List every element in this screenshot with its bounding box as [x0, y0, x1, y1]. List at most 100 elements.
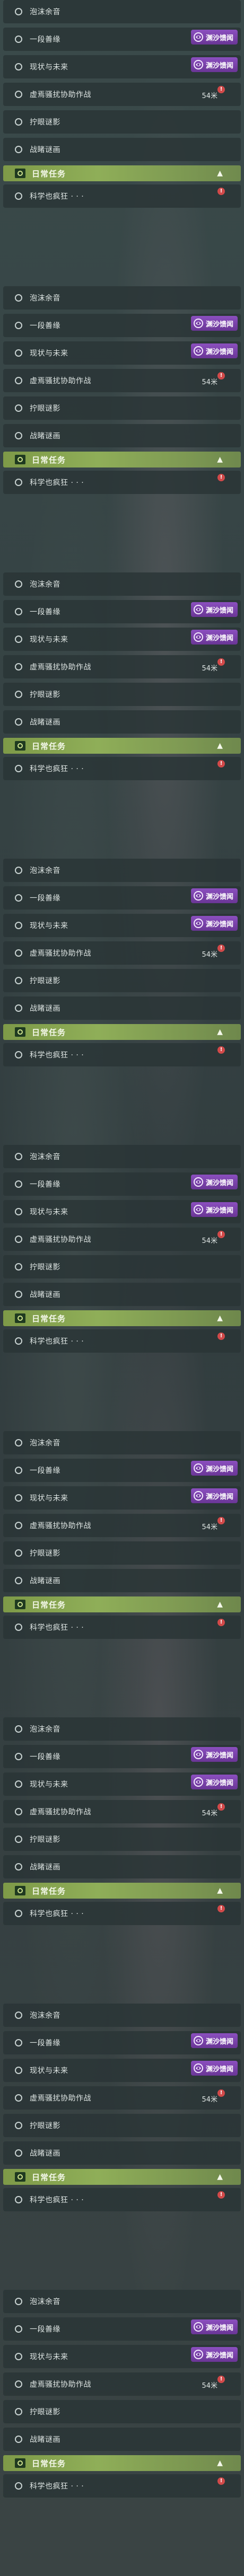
quest-row[interactable]: 科学也疯狂 · · ·! — [3, 471, 241, 494]
quest-row[interactable]: 泡沫余音 — [3, 1431, 241, 1454]
quest-row[interactable]: 拧眼谜影 — [3, 2400, 241, 2423]
quest-row[interactable]: 一段善缘 渊沙馈闻 — [3, 1172, 241, 1196]
quest-row[interactable]: 虚焉骚扰协助作战 54米! — [3, 2086, 241, 2110]
quest-status-ring-icon — [15, 580, 22, 588]
quest-row[interactable]: 战睹谜画 — [3, 2141, 241, 2165]
quest-row[interactable]: 战睹谜画 — [3, 2428, 241, 2451]
quest-row[interactable]: 一段善缘 渊沙馈闻 — [3, 28, 241, 51]
quest-row[interactable]: 拧眼谜影 — [3, 1541, 241, 1565]
quest-title: 科学也疯狂 · · · — [30, 1624, 84, 1632]
daily-task-header[interactable]: 日常任务 ▲ — [3, 738, 241, 754]
quest-status-ring-icon — [15, 1180, 22, 1188]
section-title: 日常任务 — [32, 1313, 66, 1324]
daily-task-header[interactable]: 日常任务 ▲ — [3, 2455, 241, 2471]
daily-task-header[interactable]: 日常任务 ▲ — [3, 165, 241, 181]
quest-row[interactable]: 虚焉骚扰协助作战 54米! — [3, 941, 241, 965]
quest-row[interactable]: 战睹谜画 — [3, 996, 241, 1020]
quest-row[interactable]: 科学也疯狂 · · ·! — [3, 757, 241, 780]
daily-task-header[interactable]: 日常任务 ▲ — [3, 1596, 241, 1612]
quest-row[interactable]: 虚焉骚扰协助作战 54米! — [3, 83, 241, 106]
quest-row[interactable]: 虚焉骚扰协助作战 54米! — [3, 2372, 241, 2396]
collapse-arrow-icon[interactable]: ▲ — [217, 1028, 223, 1036]
quest-category-badge: 渊沙馈闻 — [190, 1488, 238, 1503]
quest-row[interactable]: 泡沫余音 — [3, 2290, 241, 2313]
quest-row[interactable]: 科学也疯狂 · · ·! — [3, 2474, 241, 2498]
quest-row[interactable]: 拧眼谜影 — [3, 2114, 241, 2137]
quest-title: 现状与未来 — [30, 1208, 68, 1216]
quest-row[interactable]: 虚焉骚扰协助作战 54米! — [3, 655, 241, 678]
collapse-arrow-icon[interactable]: ▲ — [217, 2459, 223, 2467]
quest-row[interactable]: 科学也疯狂 · · ·! — [3, 184, 241, 208]
daily-task-header[interactable]: 日常任务 ▲ — [3, 452, 241, 467]
daily-task-icon — [15, 1313, 25, 1323]
quest-row[interactable]: 战睹谜画 — [3, 710, 241, 734]
quest-row[interactable]: 现状与未来 渊沙馈闻 — [3, 2345, 241, 2368]
quest-row[interactable]: 现状与未来 渊沙馈闻 — [3, 914, 241, 937]
quest-status-ring-icon — [15, 1051, 22, 1058]
quest-category-badge: 渊沙馈闻 — [190, 602, 238, 617]
quest-row[interactable]: 虚焉骚扰协助作战 54米! — [3, 1800, 241, 1823]
quest-row[interactable]: 泡沫余音 — [3, 859, 241, 882]
collapse-arrow-icon[interactable]: ▲ — [217, 1886, 223, 1895]
quest-category-badge: 渊沙馈闻 — [190, 343, 238, 358]
collapse-arrow-icon[interactable]: ▲ — [217, 169, 223, 178]
quest-row[interactable]: 科学也疯狂 · · ·! — [3, 2188, 241, 2211]
quest-row[interactable]: 拧眼谜影 — [3, 1255, 241, 1278]
quest-row[interactable]: 泡沫余音 — [3, 1717, 241, 1741]
quest-category-label: 渊沙馈闻 — [205, 1206, 233, 1215]
quest-row[interactable]: 战睹谜画 — [3, 1569, 241, 1592]
quest-row[interactable]: 现状与未来 渊沙馈闻 — [3, 2059, 241, 2082]
swirl-eye-icon — [193, 60, 203, 69]
collapse-arrow-icon[interactable]: ▲ — [217, 742, 223, 750]
quest-row[interactable]: 战睹谜画 — [3, 1855, 241, 1878]
quest-row[interactable]: 现状与未来 渊沙馈闻 — [3, 628, 241, 651]
quest-row[interactable]: 泡沫余音 — [3, 286, 241, 310]
quest-status-ring-icon — [15, 1467, 22, 1474]
quest-title: 战睹谜画 — [30, 718, 60, 727]
quest-row[interactable]: 科学也疯狂 · · ·! — [3, 1616, 241, 1639]
quest-row[interactable]: 科学也疯狂 · · ·! — [3, 1902, 241, 1925]
quest-row[interactable]: 拧眼谜影 — [3, 969, 241, 992]
quest-title: 科学也疯狂 · · · — [30, 479, 84, 487]
quest-row[interactable]: 科学也疯狂 · · ·! — [3, 1043, 241, 1066]
quest-row[interactable]: 战睹谜画 — [3, 138, 241, 161]
quest-row[interactable]: 虚焉骚扰协助作战 54米! — [3, 1514, 241, 1537]
quest-row[interactable]: 拧眼谜影 — [3, 110, 241, 134]
quest-row[interactable]: 一段善缘 渊沙馈闻 — [3, 1745, 241, 1768]
quest-row[interactable]: 战睹谜画 — [3, 1283, 241, 1306]
distance-readout: 54米 — [202, 1810, 217, 1818]
quest-row[interactable]: 战睹谜画 — [3, 424, 241, 447]
daily-task-header[interactable]: 日常任务 ▲ — [3, 1883, 241, 1899]
quest-row[interactable]: 拧眼谜影 — [3, 683, 241, 706]
quest-row[interactable]: 拧眼谜影 — [3, 396, 241, 420]
daily-task-header[interactable]: 日常任务 ▲ — [3, 2169, 241, 2185]
quest-row[interactable]: 泡沫余音 — [3, 572, 241, 596]
quest-row[interactable]: 现状与未来 渊沙馈闻 — [3, 55, 241, 78]
daily-task-header[interactable]: 日常任务 ▲ — [3, 1310, 241, 1326]
daily-task-header[interactable]: 日常任务 ▲ — [3, 1024, 241, 1040]
quest-row[interactable]: 一段善缘 渊沙馈闻 — [3, 2317, 241, 2341]
quest-row[interactable]: 一段善缘 渊沙馈闻 — [3, 886, 241, 910]
quest-row[interactable]: 现状与未来 渊沙馈闻 — [3, 1486, 241, 1510]
quest-row[interactable]: 虚焉骚扰协助作战 54米! — [3, 1228, 241, 1251]
collapse-arrow-icon[interactable]: ▲ — [217, 455, 223, 464]
quest-row[interactable]: 拧眼谜影 — [3, 1828, 241, 1851]
quest-row[interactable]: 现状与未来 渊沙馈闻 — [3, 1200, 241, 1223]
quest-row[interactable]: 虚焉骚扰协助作战 54米! — [3, 369, 241, 392]
quest-category-badge: 渊沙馈闻 — [190, 316, 238, 331]
quest-row[interactable]: 一段善缘 渊沙馈闻 — [3, 600, 241, 623]
quest-row[interactable]: 现状与未来 渊沙馈闻 — [3, 1772, 241, 1796]
quest-row[interactable]: 一段善缘 渊沙馈闻 — [3, 1459, 241, 1482]
quest-row[interactable]: 科学也疯狂 · · ·! — [3, 1329, 241, 1353]
quest-row[interactable]: 泡沫余音 — [3, 0, 241, 23]
quest-row[interactable]: 一段善缘 渊沙馈闻 — [3, 2031, 241, 2054]
collapse-arrow-icon[interactable]: ▲ — [217, 1600, 223, 1609]
quest-status-ring-icon — [15, 118, 22, 126]
quest-row[interactable]: 泡沫余音 — [3, 1145, 241, 1168]
quest-row[interactable]: 一段善缘 渊沙馈闻 — [3, 314, 241, 337]
collapse-arrow-icon[interactable]: ▲ — [217, 2173, 223, 2181]
quest-row[interactable]: 泡沫余音 — [3, 2004, 241, 2027]
swirl-eye-icon — [193, 2063, 203, 2073]
collapse-arrow-icon[interactable]: ▲ — [217, 1314, 223, 1322]
quest-row[interactable]: 现状与未来 渊沙馈闻 — [3, 341, 241, 365]
